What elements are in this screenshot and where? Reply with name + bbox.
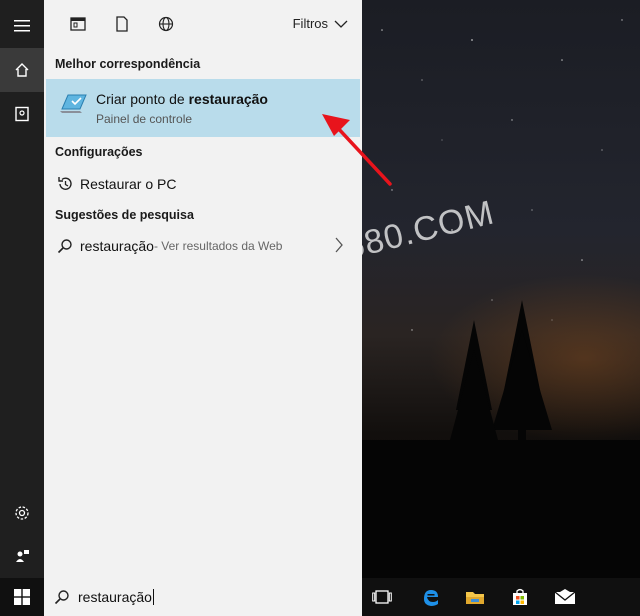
best-match-heading: Melhor correspondência (55, 57, 201, 71)
best-match-title-prefix: Criar ponto de (96, 91, 189, 107)
filters-label: Filtros (292, 16, 328, 31)
documents-filter-icon[interactable] (100, 0, 144, 48)
store-icon[interactable] (500, 578, 540, 616)
home-icon[interactable] (0, 48, 44, 92)
suggestion-term: restauração (80, 238, 154, 254)
search-results-panel: Filtros Melhor correspondência Criar pon… (44, 0, 392, 578)
taskbar-search-box[interactable]: restauração (44, 578, 362, 616)
search-icon (54, 590, 69, 605)
best-match-subtitle: Painel de controle (96, 112, 193, 126)
best-match-title: Criar ponto de restauração (96, 91, 268, 107)
apps-filter-icon[interactable] (56, 0, 100, 48)
notebook-icon[interactable] (0, 92, 44, 136)
start-button[interactable] (0, 578, 44, 616)
restore-history-icon (44, 176, 80, 192)
night-sky (362, 19, 640, 578)
task-view-icon[interactable] (362, 578, 402, 616)
settings-icon[interactable] (0, 491, 44, 535)
feedback-icon[interactable] (0, 534, 44, 578)
windows-start-icon (14, 589, 30, 605)
settings-heading: Configurações (55, 145, 143, 159)
web-filter-icon[interactable] (144, 0, 188, 48)
system-restore-icon (60, 94, 87, 113)
suggestions-heading: Sugestões de pesquisa (55, 208, 194, 222)
search-input[interactable]: restauração (78, 589, 154, 605)
settings-result-label: Restaurar o PC (80, 176, 177, 192)
settings-result-item[interactable]: Restaurar o PC (44, 167, 362, 201)
suggestion-hint: - Ver resultados da Web (153, 239, 283, 253)
edge-browser-icon[interactable] (410, 578, 450, 616)
best-match-item[interactable]: Criar ponto de restauração Painel de con… (46, 79, 360, 137)
start-rail (0, 0, 44, 578)
chevron-right-icon[interactable] (334, 237, 344, 253)
desktop-wallpaper (362, 0, 640, 578)
web-suggestion-item[interactable]: restauração - Ver resultados da Web (44, 229, 362, 263)
chevron-down-icon (334, 20, 348, 28)
hamburger-icon[interactable] (0, 4, 44, 48)
file-explorer-icon[interactable] (455, 578, 495, 616)
taskbar: restauração (0, 578, 640, 616)
filters-dropdown[interactable]: Filtros (293, 16, 348, 31)
best-match-title-bold: restauração (188, 91, 268, 107)
search-filter-bar: Filtros (44, 0, 362, 48)
search-icon (44, 238, 80, 254)
mail-icon[interactable] (545, 578, 585, 616)
